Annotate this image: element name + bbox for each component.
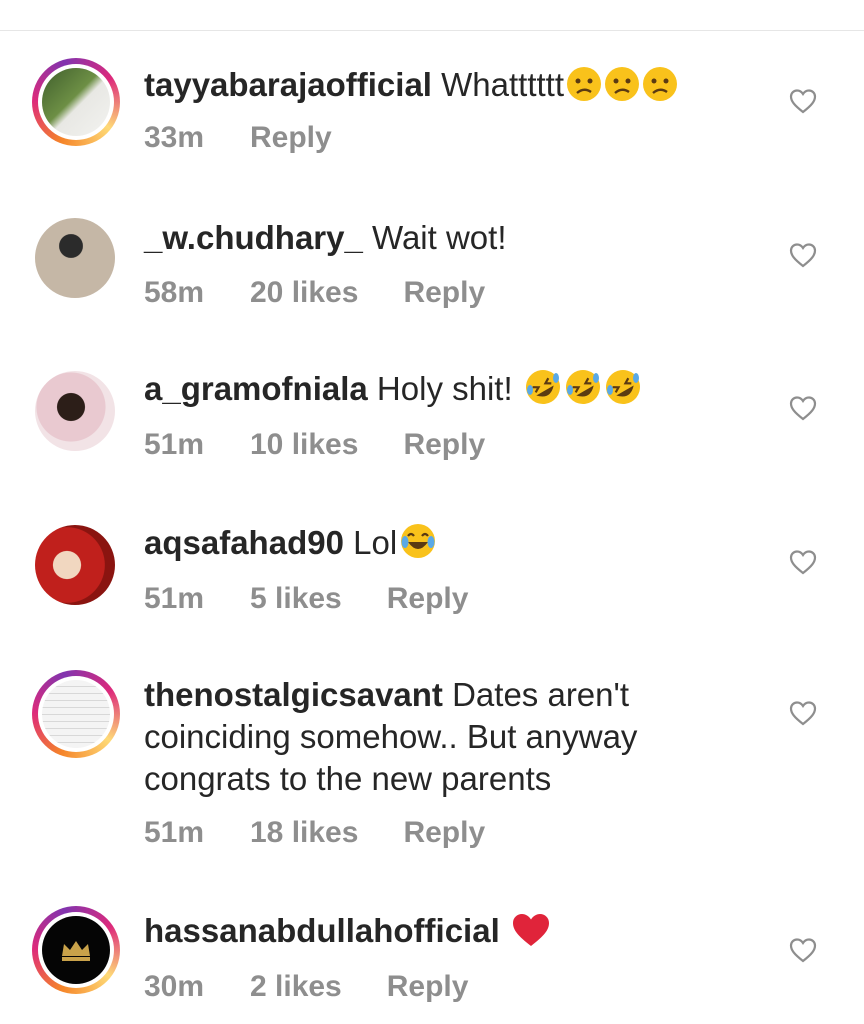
comment-item: tayyabarajaofficial Whatttttt 33m Reply: [0, 58, 864, 188]
comment-text: tayyabarajaofficial Whatttttt: [144, 64, 744, 112]
comment-meta: 58m 20 likes Reply: [144, 276, 485, 310]
comment-username[interactable]: a_gramofniala: [144, 370, 368, 407]
comment-likes[interactable]: 2 likes: [250, 970, 342, 1004]
comment-meta: 51m 18 likes Reply: [144, 816, 485, 850]
confused-face-icon: [604, 66, 640, 112]
comment-time: 51m: [144, 428, 205, 461]
reply-button[interactable]: Reply: [387, 582, 469, 616]
heart-outline-icon[interactable]: [789, 88, 817, 114]
comment-time: 30m: [144, 970, 205, 1003]
heart-outline-icon[interactable]: [789, 937, 817, 963]
heart-outline-icon[interactable]: [789, 549, 817, 575]
comment-username[interactable]: hassanabdullahofficial: [144, 912, 500, 949]
crown-icon: [62, 941, 90, 961]
confused-face-icon: [566, 66, 602, 112]
comment-meta: 51m 5 likes Reply: [144, 582, 468, 616]
comment-body: Wait wot!: [372, 219, 507, 256]
comment-likes[interactable]: 5 likes: [250, 582, 342, 616]
comment-item: a_gramofniala Holy shit! 51m 10 likes Repl…: [0, 368, 864, 478]
comment-text: hassanabdullahofficial: [144, 910, 744, 958]
comment-meta: 30m 2 likes Reply: [144, 970, 468, 1004]
comment-text: thenostalgicsavant Dates aren't coincidi…: [144, 674, 744, 800]
comment-body: Whatttttt: [441, 66, 565, 103]
comment-username[interactable]: tayyabarajaofficial: [144, 66, 432, 103]
rofl-face-icon: [524, 368, 562, 416]
joy-face-icon: [399, 522, 437, 570]
comment-body: Lol: [353, 524, 398, 561]
comment-likes[interactable]: 20 likes: [250, 276, 358, 310]
comment-meta: 51m 10 likes Reply: [144, 428, 485, 462]
comment-item: hassanabdullahofficial 30m 2 likes Reply: [0, 906, 864, 1016]
comment-item: thenostalgicsavant Dates aren't coincidi…: [0, 670, 864, 870]
heart-outline-icon[interactable]: [789, 242, 817, 268]
comment-time: 58m: [144, 276, 205, 309]
comment-username[interactable]: aqsafahad90: [144, 524, 344, 561]
avatar-story-ring[interactable]: [32, 58, 120, 146]
comment-username[interactable]: _w.chudhary_: [144, 219, 363, 256]
avatar: [42, 916, 110, 984]
comment-item: aqsafahad90 Lol 51m 5 likes Reply: [0, 522, 864, 632]
comment-text: aqsafahad90 Lol: [144, 522, 744, 570]
comment-item: _w.chudhary_ Wait wot! 58m 20 likes Reply: [0, 215, 864, 325]
comment-text: _w.chudhary_ Wait wot!: [144, 217, 744, 259]
rofl-face-icon: [604, 368, 642, 416]
avatar-story-ring[interactable]: [32, 670, 120, 758]
comment-time: 33m: [144, 121, 205, 154]
heart-outline-icon[interactable]: [789, 700, 817, 726]
red-heart-icon: [511, 912, 551, 958]
reply-button[interactable]: Reply: [403, 428, 485, 462]
comment-likes[interactable]: 10 likes: [250, 428, 358, 462]
reply-button[interactable]: Reply: [250, 121, 332, 155]
comment-meta: 33m Reply: [144, 121, 332, 155]
avatar[interactable]: [35, 218, 115, 298]
avatar: [42, 68, 110, 136]
top-divider: [0, 30, 864, 31]
avatar: [42, 680, 110, 748]
avatar[interactable]: [35, 371, 115, 451]
confused-face-icon: [642, 66, 678, 112]
avatar-story-ring[interactable]: [32, 906, 120, 994]
comment-time: 51m: [144, 816, 205, 849]
comment-time: 51m: [144, 582, 205, 615]
comment-text: a_gramofniala Holy shit!: [144, 368, 744, 416]
comment-username[interactable]: thenostalgicsavant: [144, 676, 443, 713]
comment-body: Holy shit!: [376, 370, 513, 407]
rofl-face-icon: [564, 368, 602, 416]
reply-button[interactable]: Reply: [403, 276, 485, 310]
reply-button[interactable]: Reply: [403, 816, 485, 850]
heart-outline-icon[interactable]: [789, 395, 817, 421]
avatar[interactable]: [35, 525, 115, 605]
reply-button[interactable]: Reply: [387, 970, 469, 1004]
comment-likes[interactable]: 18 likes: [250, 816, 358, 850]
